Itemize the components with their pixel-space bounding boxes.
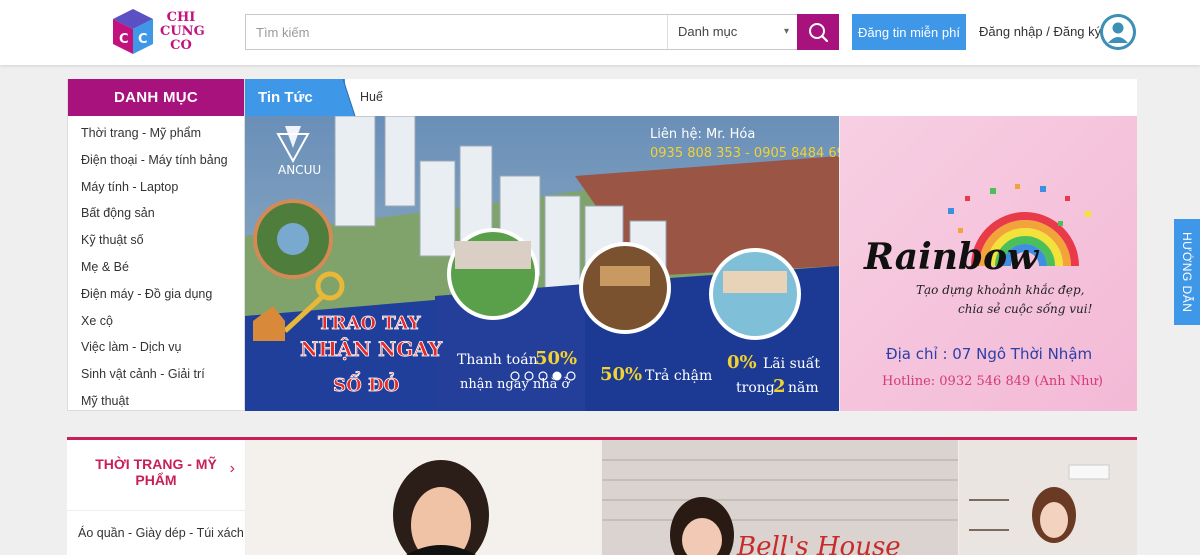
sidebar-item-jobs[interactable]: Việc làm - Dịch vụ [68, 334, 244, 361]
category-select[interactable]: Danh mục ▾ [667, 15, 797, 49]
guide-side-tab[interactable]: HƯỚNG DẪN [1174, 219, 1200, 325]
user-icon [1100, 14, 1136, 50]
search-bar: Danh mục ▾ [245, 14, 839, 50]
product-photo-3[interactable] [959, 440, 1137, 555]
search-input[interactable] [246, 15, 666, 49]
site-header: C C CHI CUNG CO Danh mục ▾ Đăng tin miễn… [0, 0, 1200, 65]
sidebar-item-mother-baby[interactable]: Mẹ & Bé [68, 254, 244, 281]
svg-text:Lãi suất: Lãi suất [763, 355, 820, 372]
svg-text:0935 808 353 - 0905 8484 69: 0935 808 353 - 0905 8484 69 [650, 146, 839, 161]
svg-text:Thanh toán: Thanh toán [457, 352, 538, 368]
login-register-link[interactable]: Đăng nhập / Đăng ký [979, 24, 1101, 39]
logo-text: CHI CUNG CO [160, 10, 205, 53]
svg-text:Địa chỉ : 07 Ngô Thời Nhậm: Địa chỉ : 07 Ngô Thời Nhậm [886, 345, 1092, 363]
svg-text:chia sẻ cuộc sống vui!: chia sẻ cuộc sống vui! [958, 301, 1093, 316]
tab-slant-shape [331, 79, 356, 116]
sidebar-item-phones[interactable]: Điện thoại - Máy tính bảng [68, 147, 244, 174]
svg-text:C: C [138, 32, 148, 47]
svg-text:C: C [119, 32, 129, 47]
section-side-panel: THỜI TRANG - MỸ PHẨM › Áo quần - Giày dé… [67, 440, 245, 555]
post-free-button[interactable]: Đăng tin miễn phí [852, 14, 966, 50]
svg-text:50%: 50% [535, 348, 577, 369]
svg-text:trong: trong [736, 380, 775, 396]
product-photo-1[interactable] [246, 440, 601, 555]
svg-text:Hotline: 0932 546 849 (Anh Như: Hotline: 0932 546 849 (Anh Như) [882, 374, 1103, 389]
svg-text:Tạo dựng khoảnh khắc đẹp,: Tạo dựng khoảnh khắc đẹp, [916, 282, 1084, 297]
site-logo[interactable]: C C CHI CUNG CO [108, 7, 208, 57]
svg-text:nhận ngay nhà ở: nhận ngay nhà ở [460, 377, 571, 392]
category-list: Thời trang - Mỹ phẩm Điện thoại - Máy tí… [68, 116, 244, 415]
sidebar-item-appliances[interactable]: Điện máy - Đồ gia dụng [68, 281, 244, 308]
chevron-right-icon[interactable]: › [230, 460, 235, 478]
sidebar-title: DANH MỤC [68, 79, 244, 116]
sidebar-item-digital[interactable]: Kỹ thuật số [68, 227, 244, 254]
news-ticker: Tin Tức Huế [245, 79, 1137, 116]
svg-text:TRAO TAY: TRAO TAY [318, 313, 422, 334]
store-photo-graphic [959, 440, 1137, 555]
subcategory-link[interactable]: Áo quần - Giày dép - Túi xách [78, 526, 244, 540]
svg-text:năm: năm [788, 380, 819, 396]
news-tab[interactable]: Tin Tức [245, 79, 345, 116]
search-icon [809, 23, 829, 43]
svg-text:Bell's House: Bell's House [736, 532, 901, 555]
sidebar-item-fine-art[interactable]: Mỹ thuật [68, 388, 244, 415]
search-button[interactable] [797, 14, 839, 50]
svg-text:Liên hệ: Mr. Hóa: Liên hệ: Mr. Hóa [650, 127, 755, 142]
sidebar-item-fashion[interactable]: Thời trang - Mỹ phẩm [68, 120, 244, 147]
section-divider [67, 510, 245, 511]
rainbow-ad-graphic: Rainbow Tạo dựng khoảnh khắc đẹp, chia s… [840, 116, 1137, 411]
banner-graphic: ANCUU Liên hệ: Mr. Hóa 0935 808 353 - 09… [245, 116, 839, 411]
svg-text:Rainbow: Rainbow [863, 236, 1040, 278]
svg-text:NHẬN NGAY: NHẬN NGAY [300, 336, 443, 361]
svg-text:50%: 50% [600, 364, 642, 385]
woman-photo-graphic [246, 440, 601, 555]
svg-text:ANCUU: ANCUU [278, 163, 321, 177]
logo-cube-icon: C C [113, 9, 153, 54]
category-sidebar: DANH MỤC Thời trang - Mỹ phẩm Điện thoại… [67, 79, 245, 411]
section-title[interactable]: THỜI TRANG - MỸ PHẨM [67, 456, 245, 488]
news-item[interactable]: Huế [360, 79, 383, 116]
svg-text:2: 2 [773, 376, 786, 397]
sidebar-item-vehicles[interactable]: Xe cộ [68, 308, 244, 335]
sidebar-item-computers[interactable]: Máy tính - Laptop [68, 174, 244, 201]
svg-text:0%: 0% [727, 352, 757, 373]
main-banner[interactable]: ANCUU Liên hệ: Mr. Hóa 0935 808 353 - 09… [245, 116, 839, 411]
product-photo-2[interactable]: Bell's House [602, 440, 958, 555]
chevron-down-icon: ▾ [783, 26, 789, 37]
sidebar-item-pets-entertainment[interactable]: Sinh vật cảnh - Giải trí [68, 361, 244, 388]
avatar[interactable] [1100, 14, 1136, 50]
sidebar-item-real-estate[interactable]: Bất động sản [68, 200, 244, 227]
rainbow-ad-banner[interactable]: Rainbow Tạo dựng khoảnh khắc đẹp, chia s… [840, 116, 1137, 411]
svg-text:Trả chậm: Trả chậm [645, 367, 712, 384]
shop-photo-graphic: Bell's House [602, 440, 958, 555]
